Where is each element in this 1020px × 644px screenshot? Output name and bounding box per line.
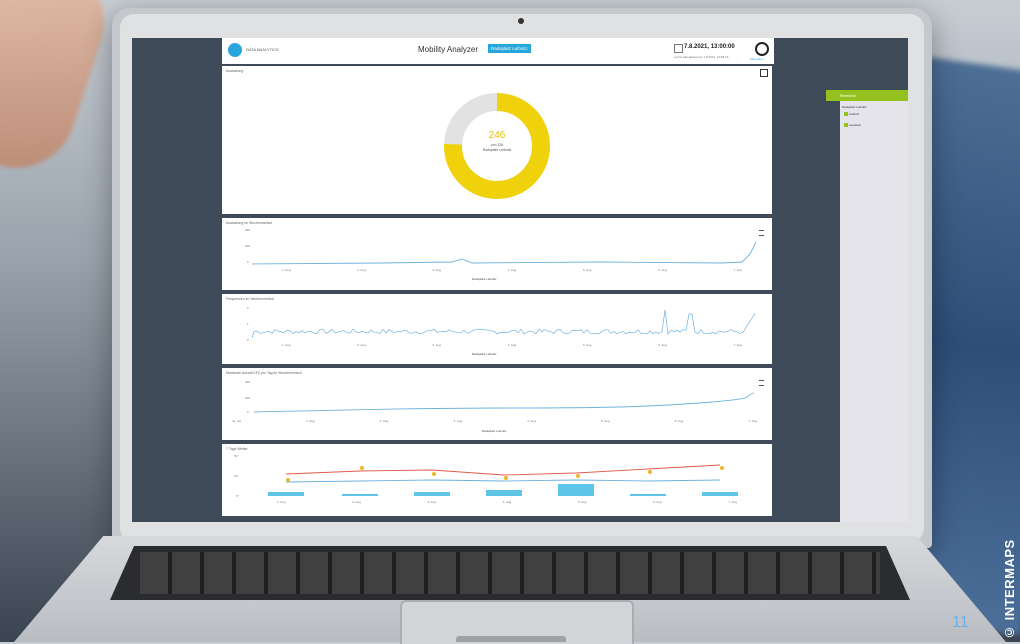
gauge-location: Radsplatz Leibnitz xyxy=(482,148,512,152)
legend-item[interactable]: Radsplatz Leibnitz xyxy=(472,352,497,356)
location-badge[interactable]: Radsplatz Leibnitz xyxy=(488,44,531,53)
x-axis: 1. Aug 2. Aug 3. Aug 4. Aug 5. Aug 6. Au… xyxy=(282,268,742,272)
weather-panel: 7 Tage Wetter 50° 30° 0° 1. Aug 2. Aug 3… xyxy=(222,444,772,516)
x-tick: 5. Aug xyxy=(582,343,592,347)
x-tick: 7. Aug xyxy=(748,419,757,423)
frequency-panel: Frequenzen im Wochenverlauf 2 1 0 1. Aug… xyxy=(222,294,772,364)
logout-link[interactable]: Abmelden xyxy=(750,57,764,61)
x-tick: 1. Aug xyxy=(282,268,291,272)
last-updated: Letzte Aktualisierung: 7.8.2021, 12:59:1… xyxy=(674,55,729,59)
user-icon[interactable] xyxy=(755,42,769,56)
sidebar-group-label: Radsplatz Leibnitz xyxy=(842,105,867,109)
app-header: DATA ANALYTICS Mobility Analyzer Radspla… xyxy=(222,38,774,64)
x-tick: 1. Aug xyxy=(282,343,291,347)
checkbox-icon[interactable] xyxy=(844,123,848,127)
x-tick: 7. Aug xyxy=(733,268,742,272)
datetime: 7.8.2021, 13:00:00 xyxy=(684,44,735,50)
x-tick: 6. Aug xyxy=(653,500,662,504)
x-tick: 4. Aug xyxy=(507,343,517,347)
x-tick: 7. Aug xyxy=(733,343,742,347)
gauge-value: 246 xyxy=(488,130,506,141)
x-tick: 31. Jul xyxy=(232,419,241,423)
x-axis: 31. Jul 1. Aug 2. Aug 3. Aug 4. Aug 5. A… xyxy=(232,419,757,423)
x-tick: 3. Aug xyxy=(432,268,441,272)
hand xyxy=(0,0,120,184)
x-tick: 1. Aug xyxy=(306,419,315,423)
laptop-notch xyxy=(456,636,566,642)
x-tick: 6. Aug xyxy=(658,343,667,347)
photo-credit: © INTERMAPS xyxy=(1002,539,1017,640)
occupancy-panel: Auslastung 246 von 326 Radsplatz Leibnit… xyxy=(222,66,772,214)
calendar-icon[interactable] xyxy=(674,44,683,53)
sidebar-item-leutasch[interactable]: Leutasch xyxy=(849,123,861,127)
x-tick: 3. Aug xyxy=(432,343,441,347)
x-tick: 2. Aug xyxy=(379,419,389,423)
x-tick: 4. Aug xyxy=(527,419,536,423)
x-tick: 5. Aug xyxy=(601,419,610,423)
max-daily-panel: Maximale Anzahl KFZ pro Tag im Wochenver… xyxy=(222,368,772,440)
checkbox-icon[interactable] xyxy=(844,112,848,116)
x-tick: 2. Aug xyxy=(352,500,361,504)
page-number: 11 xyxy=(952,614,969,631)
x-tick: 1. Aug xyxy=(277,500,286,504)
x-tick: 5. Aug xyxy=(582,268,592,272)
x-tick: 6. Aug xyxy=(658,268,667,272)
x-tick: 6. Aug xyxy=(674,419,684,423)
camera-icon xyxy=(518,18,524,24)
x-tick: 7. Aug xyxy=(728,500,737,504)
x-axis: 1. Aug 2. Aug 3. Aug 4. Aug 5. Aug 6. Au… xyxy=(277,500,737,504)
sidebar-header[interactable]: Bereiche xyxy=(826,90,908,101)
x-tick: 2. Aug xyxy=(357,268,366,272)
weekly-occupancy-panel: Auslastung im Wochenverlauf 400 200 0 1.… xyxy=(222,218,772,290)
logo-icon xyxy=(228,43,242,57)
legend-item[interactable]: Radsplatz Leibnitz xyxy=(482,429,507,433)
x-tick: 5. Aug xyxy=(577,500,587,504)
gauge-of: von 326 xyxy=(490,143,504,147)
sidebar-item-leibnitz[interactable]: Leibnitz xyxy=(849,112,859,116)
x-tick: 2. Aug xyxy=(357,343,366,347)
sidebar-header-label: Bereiche xyxy=(840,93,856,98)
legend-item[interactable]: Radsplatz Leibnitz xyxy=(472,277,497,281)
logo-text: DATA ANALYTICS xyxy=(246,47,279,52)
x-tick: 4. Aug xyxy=(507,268,517,272)
weather-chart xyxy=(268,464,738,496)
sidebar xyxy=(840,90,908,522)
x-axis: 1. Aug 2. Aug 3. Aug 4. Aug 5. Aug 6. Au… xyxy=(282,343,742,347)
x-tick: 4. Aug xyxy=(502,500,512,504)
x-tick: 3. Aug xyxy=(453,419,463,423)
frequency-line xyxy=(251,309,756,339)
x-tick: 3. Aug xyxy=(427,500,436,504)
keyboard xyxy=(110,546,910,600)
weekly-occupancy-line xyxy=(251,241,757,265)
app-title: Mobility Analyzer xyxy=(418,45,479,54)
